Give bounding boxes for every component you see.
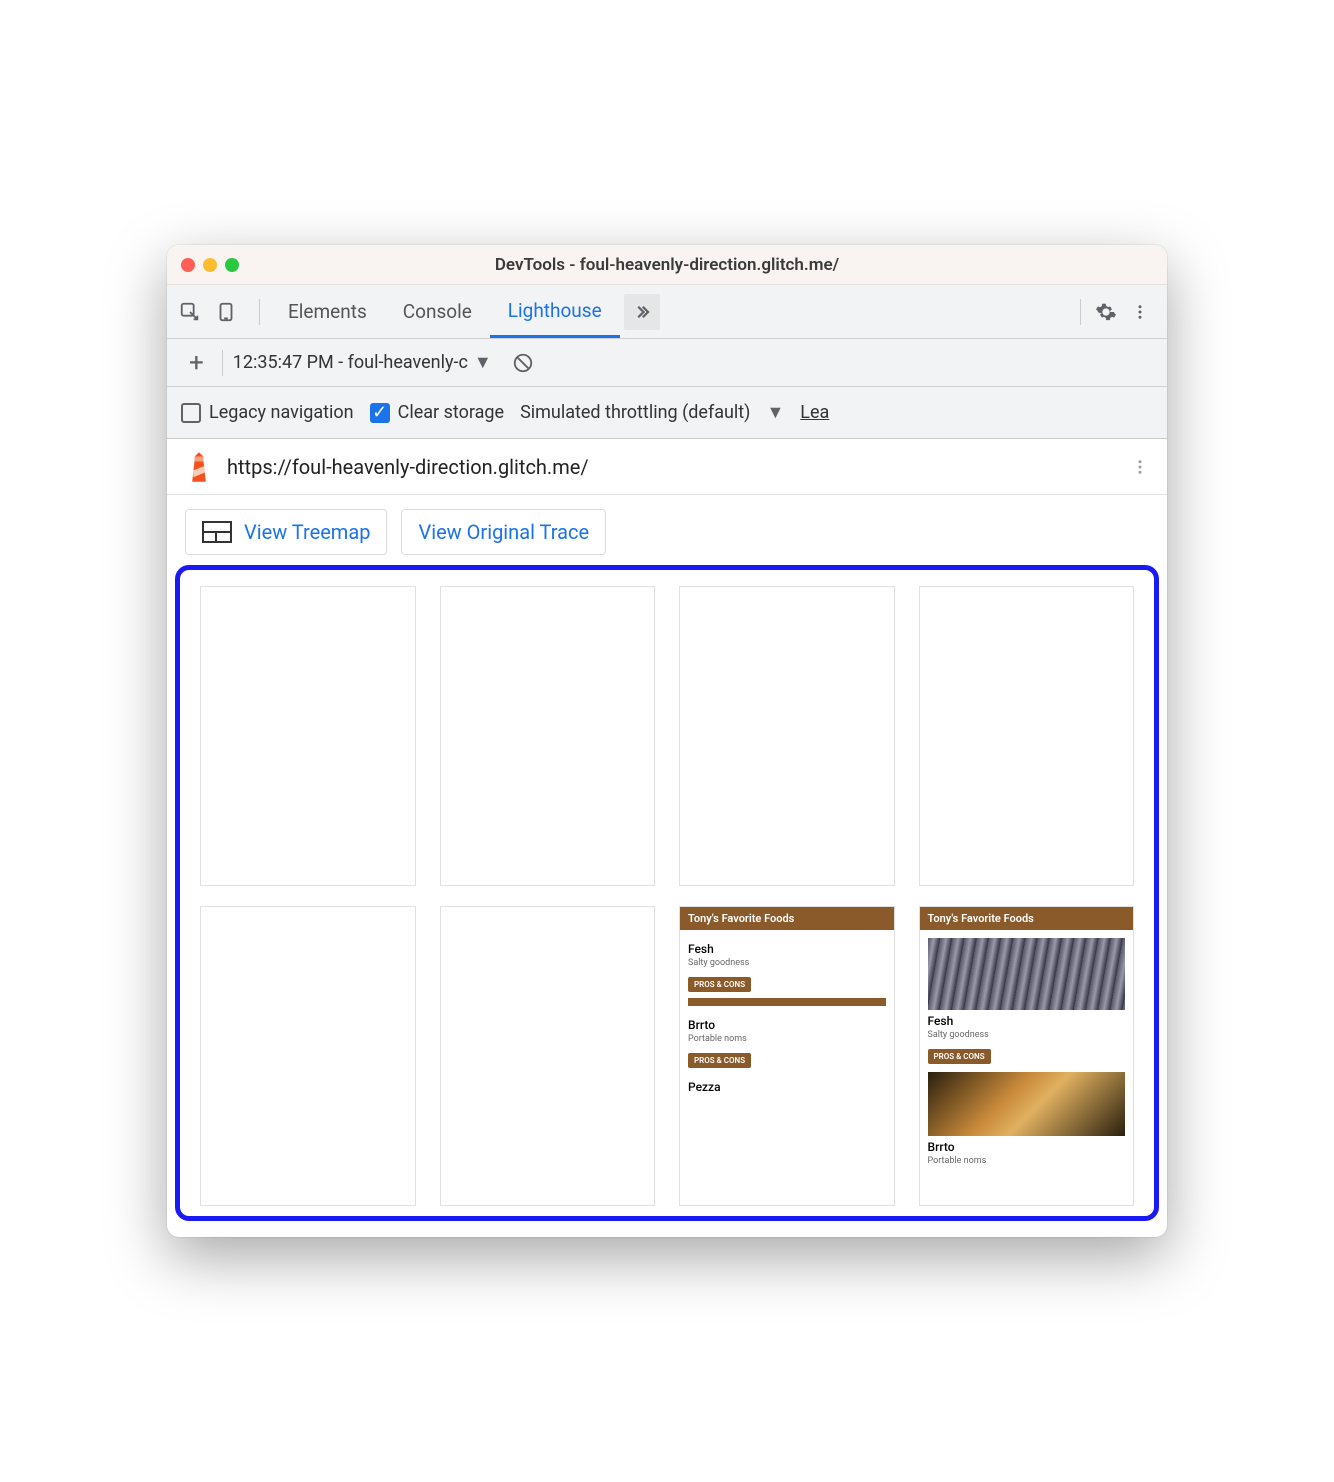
- learn-more-link[interactable]: Lea: [800, 402, 829, 423]
- chevron-down-icon: ▼: [474, 352, 492, 373]
- window-title: DevTools - foul-heavenly-direction.glitc…: [167, 255, 1167, 275]
- gear-icon: [1095, 301, 1117, 323]
- view-original-trace-button[interactable]: View Original Trace: [401, 509, 606, 555]
- view-original-trace-label: View Original Trace: [418, 520, 589, 544]
- separator: [1080, 299, 1081, 325]
- url-bar: https://foul-heavenly-direction.glitch.m…: [167, 439, 1167, 495]
- preview-title: Fesh: [928, 1010, 1126, 1030]
- chevron-down-icon: ▼: [766, 402, 784, 423]
- throttling-select[interactable]: Simulated throttling (default): [520, 402, 750, 423]
- checkbox-unchecked-icon[interactable]: [181, 403, 201, 423]
- filmstrip-highlight: Tony's Favorite FoodsFeshSalty goodnessP…: [175, 565, 1159, 1221]
- report-menu-button[interactable]: [1131, 458, 1149, 476]
- filmstrip-frame[interactable]: [679, 586, 895, 886]
- block-icon: [512, 352, 534, 374]
- titlebar: DevTools - foul-heavenly-direction.glitc…: [167, 245, 1167, 285]
- tab-console[interactable]: Console: [385, 285, 490, 338]
- preview-card: FeshSalty goodness PROS & CONS: [688, 938, 886, 1006]
- preview-title: Brrto: [688, 1014, 886, 1034]
- inspect-icon[interactable]: [179, 301, 201, 323]
- panels-bar: ElementsConsoleLighthouse: [167, 285, 1167, 339]
- preview-title: Pezza: [688, 1076, 886, 1096]
- more-menu-button[interactable]: [1125, 297, 1155, 327]
- report-actions: View Treemap View Original Trace: [167, 495, 1167, 565]
- preview-subtitle: Portable noms: [688, 1034, 886, 1048]
- separator: [222, 350, 223, 376]
- filmstrip-frame[interactable]: Tony's Favorite Foods FeshSalty goodness P…: [919, 906, 1135, 1206]
- preview-card: Pezza: [688, 1076, 886, 1096]
- preview-image: [928, 1072, 1126, 1136]
- more-panels-button[interactable]: [624, 294, 660, 330]
- preview-image: [688, 998, 886, 1006]
- treemap-icon: [202, 521, 232, 543]
- preview-card: BrrtoPortable noms PROS & CONS: [688, 1014, 886, 1068]
- clear-storage-option[interactable]: ✓ Clear storage: [370, 402, 504, 423]
- preview-header: Tony's Favorite Foods: [920, 907, 1134, 930]
- checkbox-checked-icon[interactable]: ✓: [370, 403, 390, 423]
- report-toolbar: + 12:35:47 PM - foul-heavenly-c ▼: [167, 339, 1167, 387]
- legacy-nav-label: Legacy navigation: [209, 402, 354, 423]
- report-select-label: 12:35:47 PM - foul-heavenly-c: [233, 352, 468, 373]
- preview-subtitle: Salty goodness: [688, 958, 886, 972]
- devtools-window: DevTools - foul-heavenly-direction.glitc…: [167, 245, 1167, 1237]
- device-toggle-icon[interactable]: [215, 301, 237, 323]
- lighthouse-icon: [185, 450, 213, 484]
- preview-card: FeshSalty goodness PROS & CONS: [928, 938, 1126, 1064]
- tab-elements[interactable]: Elements: [270, 285, 385, 338]
- report-select[interactable]: 12:35:47 PM - foul-heavenly-c ▼: [233, 352, 492, 373]
- tab-lighthouse[interactable]: Lighthouse: [490, 285, 620, 338]
- preview-subtitle: Portable noms: [928, 1156, 1126, 1170]
- throttling-label: Simulated throttling (default): [520, 402, 750, 423]
- filmstrip-frame[interactable]: [200, 586, 416, 886]
- preview-pros-cons-button: PROS & CONS: [688, 1053, 751, 1068]
- preview-pros-cons-button: PROS & CONS: [688, 977, 751, 992]
- kebab-icon: [1131, 303, 1149, 321]
- filmstrip-frame[interactable]: [440, 586, 656, 886]
- preview-subtitle: Salty goodness: [928, 1030, 1126, 1044]
- chevron-right-double-icon: [633, 303, 651, 321]
- settings-button[interactable]: [1091, 297, 1121, 327]
- separator: [259, 299, 260, 325]
- filmstrip-frame[interactable]: Tony's Favorite Foods FeshSalty goodness P…: [679, 906, 895, 1206]
- preview-title: Brrto: [928, 1136, 1126, 1156]
- kebab-icon: [1131, 458, 1149, 476]
- new-report-button[interactable]: +: [181, 348, 212, 378]
- preview-image: [928, 938, 1126, 1010]
- filmstrip-frame[interactable]: [200, 906, 416, 1206]
- lighthouse-options-bar: Legacy navigation ✓ Clear storage Simula…: [167, 387, 1167, 439]
- view-treemap-button[interactable]: View Treemap: [185, 509, 387, 555]
- clear-storage-label: Clear storage: [398, 402, 504, 423]
- preview-header: Tony's Favorite Foods: [680, 907, 894, 930]
- filmstrip-frame[interactable]: [919, 586, 1135, 886]
- view-treemap-label: View Treemap: [244, 520, 370, 544]
- legacy-navigation-option[interactable]: Legacy navigation: [181, 402, 354, 423]
- preview-title: Fesh: [688, 938, 886, 958]
- report-url: https://foul-heavenly-direction.glitch.m…: [227, 455, 1117, 479]
- preview-pros-cons-button: PROS & CONS: [928, 1049, 991, 1064]
- clear-report-button[interactable]: [512, 352, 534, 374]
- filmstrip-frame[interactable]: [440, 906, 656, 1206]
- preview-card: BrrtoPortable noms: [928, 1072, 1126, 1170]
